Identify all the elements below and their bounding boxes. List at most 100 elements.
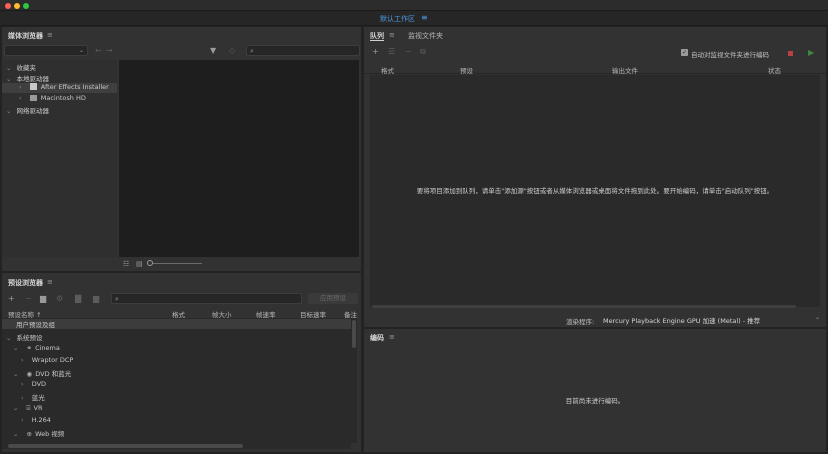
panel-menu-icon[interactable]: ≡ — [47, 278, 53, 286]
chevron-right-icon: › — [19, 83, 22, 91]
tree-label: After Effects Installer — [40, 83, 109, 91]
workspace-label[interactable]: 默认工作区 — [380, 14, 415, 24]
location-dropdown[interactable]: ⌄ — [4, 45, 88, 56]
export-preset-icon[interactable]: ▆ — [93, 295, 99, 303]
tree-web-video[interactable]: ⌄ ⊕ Web 视频 — [13, 428, 64, 438]
media-search-input[interactable]: ⌕ — [246, 45, 360, 56]
list-view-icon[interactable]: ☷ — [123, 260, 129, 268]
add-preset-icon[interactable]: + — [8, 295, 15, 303]
media-content-area[interactable] — [119, 60, 359, 257]
panel-menu-icon[interactable]: ≡ — [389, 333, 395, 341]
minimize-window-button[interactable] — [14, 3, 20, 9]
close-window-button[interactable] — [5, 3, 11, 9]
scrollbar-thumb[interactable] — [8, 444, 243, 448]
tree-label: 网络驱动器 — [16, 107, 50, 115]
duplicate-icon[interactable]: ⧉ — [420, 48, 426, 56]
drive-icon — [29, 95, 37, 101]
tree-label: Wraptor DCP — [31, 356, 74, 364]
tree-network-drives[interactable]: ⌄ 网络驱动器 — [6, 105, 49, 115]
chevron-down-icon: ⌄ — [78, 47, 84, 54]
queue-panel: 队列 ≡ 监视文件夹 + ☰ − ⧉ ✓ 自动对监视文件夹进行编码 ▶ 格式 预… — [364, 27, 826, 327]
remove-icon[interactable]: − — [405, 48, 412, 56]
col-preset[interactable]: 预设 — [460, 65, 473, 75]
panel-menu-icon[interactable]: ≡ — [47, 31, 53, 39]
tree-label: Web 视频 — [35, 430, 65, 438]
tree-local-drives[interactable]: ⌄ 本地驱动器 — [6, 73, 49, 83]
start-queue-icon[interactable]: ▶ — [808, 48, 814, 57]
workspace-bar: 默认工作区 ≡ — [0, 11, 828, 26]
forward-arrow-icon[interactable]: → — [106, 47, 113, 55]
renderer-dropdown[interactable]: Mercury Playback Engine GPU 加速 (Metal) -… — [600, 313, 822, 325]
tree-system-presets[interactable]: ⌄ 系统预设 — [6, 332, 43, 342]
add-source-icon[interactable]: + — [372, 48, 379, 56]
encoding-status: 目前尚未进行编码。 — [565, 397, 625, 405]
tree-cinema[interactable]: ⌄ ⚭ Cinema — [13, 344, 60, 352]
queue-empty-message: 要将项目添加到队列，请单击"添加源"按钮或者从媒体浏览器或桌面将文件拖到此处。要… — [416, 187, 774, 195]
tree-dvd-bluray[interactable]: ⌄ ◉ DVD 和蓝光 — [13, 368, 71, 378]
renderer-label: 渲染程序: — [566, 318, 595, 326]
queue-header-row: 格式 预设 输出文件 状态 — [364, 63, 826, 75]
zoom-slider-thumb[interactable] — [147, 260, 153, 266]
tree-macintosh-hd[interactable]: › Macintosh HD — [19, 94, 86, 102]
zoom-slider[interactable] — [148, 263, 202, 264]
tree-ae-installer[interactable]: › After Effects Installer — [2, 83, 117, 93]
chevron-down-icon: ⌄ — [6, 107, 12, 115]
scrollbar-thumb[interactable] — [372, 305, 796, 308]
tree-label: 收藏夹 — [16, 64, 37, 72]
encoding-title[interactable]: 编码 — [370, 333, 384, 343]
stop-queue-icon[interactable] — [788, 51, 793, 56]
chevron-down-icon: ⌄ — [814, 314, 820, 321]
tree-bluray[interactable]: › 蓝光 — [21, 392, 45, 402]
view-toggle-icon[interactable]: ◇ — [229, 47, 235, 55]
chevron-down-icon: ⌄ — [13, 344, 19, 352]
queue-horizontal-scrollbar[interactable] — [370, 305, 820, 308]
col-status[interactable]: 状态 — [768, 65, 781, 75]
remove-preset-icon[interactable]: − — [25, 295, 32, 303]
col-format[interactable]: 格式 — [381, 65, 394, 75]
panel-menu-icon[interactable]: ≡ — [389, 31, 395, 39]
tree-label: DVD — [31, 380, 47, 388]
preset-settings-icon[interactable]: ⚙ — [56, 295, 63, 303]
chevron-down-icon: ⌄ — [6, 64, 12, 72]
preset-horizontal-scrollbar[interactable] — [2, 443, 351, 449]
renderer-value: Mercury Playback Engine GPU 加速 (Metal) -… — [603, 317, 761, 325]
tree-favorites[interactable]: ⌄ 收藏夹 — [6, 62, 36, 72]
new-group-icon[interactable]: ▆ — [40, 295, 46, 303]
apply-preset-button[interactable]: 应用预设 — [308, 293, 358, 304]
disc-icon: ◉ — [26, 370, 33, 378]
preset-browser-title[interactable]: 预设浏览器 — [8, 278, 43, 288]
settings-icon[interactable]: ☰ — [388, 48, 395, 56]
preset-vertical-scrollbar[interactable] — [351, 318, 357, 443]
import-preset-icon[interactable]: ▇ — [75, 295, 81, 303]
chevron-down-icon: ⌄ — [6, 75, 12, 83]
scrollbar-thumb[interactable] — [352, 320, 356, 348]
chevron-right-icon: › — [21, 356, 24, 364]
search-icon: ⌕ — [250, 47, 254, 55]
queue-list[interactable]: 要将项目添加到队列，请单击"添加源"按钮或者从媒体浏览器或桌面将文件拖到此处。要… — [370, 75, 820, 308]
auto-encode-checkbox[interactable]: ✓ — [681, 49, 688, 56]
chevron-down-icon: ⌄ — [13, 430, 19, 438]
tree-label: VR — [33, 404, 43, 412]
tree-dvd[interactable]: › DVD — [21, 380, 46, 388]
tree-vr[interactable]: ⌄ ⌸ VR — [13, 404, 42, 413]
workspace-menu-icon[interactable]: ≡ — [421, 13, 428, 22]
tree-user-presets[interactable]: 用户预设及组 — [2, 319, 351, 329]
col-output-file[interactable]: 输出文件 — [612, 65, 638, 75]
tree-label: DVD 和蓝光 — [35, 370, 72, 378]
zoom-window-button[interactable] — [23, 3, 29, 9]
tree-label: 用户预设及组 — [16, 321, 55, 329]
preset-search-input[interactable]: ⌕ — [111, 293, 302, 304]
icon-view-icon[interactable]: ▤ — [136, 260, 143, 268]
tree-wraptor-dcp[interactable]: › Wraptor DCP — [21, 356, 73, 364]
chevron-right-icon: › — [21, 380, 24, 388]
media-browser-panel: 媒体浏览器 ≡ ⌄ ← → ▼ ◇ ⌕ ⌄ 收藏夹 ⌄ 本地驱动器 › Afte… — [2, 27, 361, 271]
chevron-right-icon: › — [19, 94, 22, 102]
auto-encode-label[interactable]: 自动对监视文件夹进行编码 — [691, 49, 769, 59]
tab-watch-folders[interactable]: 监视文件夹 — [408, 31, 443, 41]
search-icon: ⌕ — [115, 295, 119, 303]
filter-icon[interactable]: ▼ — [210, 47, 216, 55]
back-arrow-icon[interactable]: ← — [95, 47, 102, 55]
tree-h264[interactable]: › H.264 — [21, 416, 51, 424]
media-browser-title[interactable]: 媒体浏览器 — [8, 31, 43, 41]
tree-label: 本地驱动器 — [16, 75, 50, 83]
